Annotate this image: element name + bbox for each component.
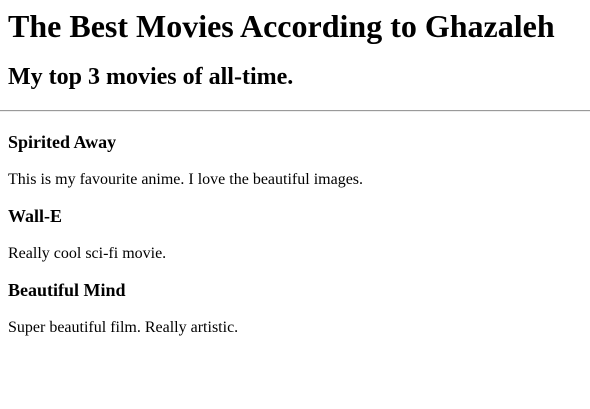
movie-title: Wall-E bbox=[8, 206, 63, 226]
divider bbox=[0, 110, 590, 112]
movie-title: Beautiful Mind bbox=[8, 280, 126, 300]
page-content: The Best Movies According to Ghazaleh My… bbox=[0, 0, 590, 337]
movie-description: This is my favourite anime. I love the b… bbox=[8, 171, 364, 188]
movie-entry-beautiful-mind: Beautiful Mind Super beautiful film. Rea… bbox=[8, 280, 582, 337]
movie-entry-wall-e: Wall-E Really cool sci-fi movie. bbox=[8, 206, 582, 263]
page-subtitle: My top 3 movies of all-time. bbox=[8, 64, 294, 90]
movie-description: Really cool sci-fi movie. bbox=[8, 245, 167, 262]
page-title: The Best Movies According to Ghazaleh bbox=[8, 8, 555, 44]
movie-title: Spirited Away bbox=[8, 132, 117, 152]
movie-entry-spirited-away: Spirited Away This is my favourite anime… bbox=[8, 132, 582, 189]
movie-description: Super beautiful film. Really artistic. bbox=[8, 319, 239, 336]
